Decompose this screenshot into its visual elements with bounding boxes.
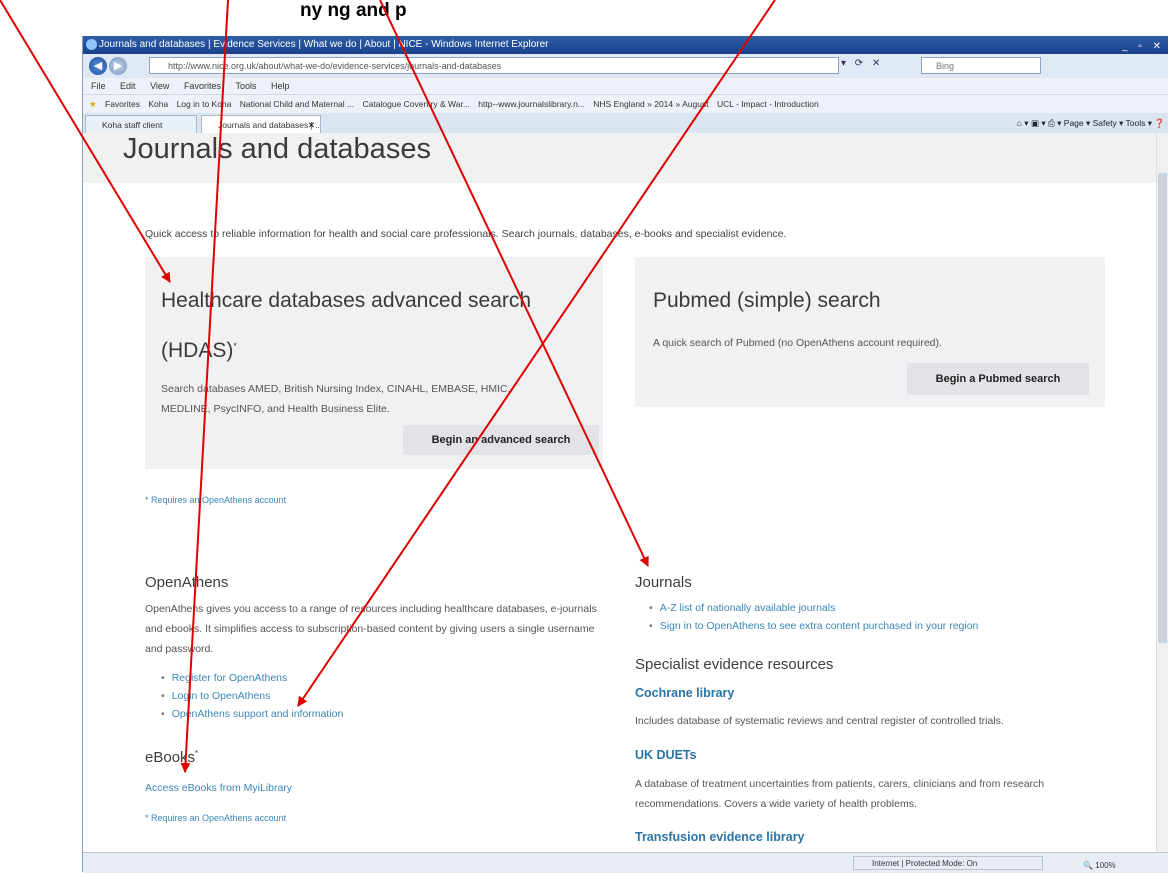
favorites-bar: ★ Favorites Koha Log in to Koha National… bbox=[83, 94, 1168, 113]
pubmed-description: A quick search of Pubmed (no OpenAthens … bbox=[653, 337, 942, 349]
journals-links: A-Z list of nationally available journal… bbox=[649, 599, 979, 635]
command-bar-menus[interactable]: Page ▾ Safety ▾ Tools ▾ bbox=[1064, 118, 1152, 128]
status-bar: Internet | Protected Mode: On 🔍 100% bbox=[83, 852, 1168, 873]
fav-item[interactable]: NHS England » 2014 » August bbox=[593, 99, 708, 109]
close-icon[interactable]: ✕ bbox=[308, 116, 315, 133]
login-openathens-link[interactable]: Login to OpenAthens bbox=[172, 690, 271, 702]
tab-koha[interactable]: Koha staff client bbox=[85, 115, 197, 133]
tab-label: Koha staff client bbox=[102, 120, 163, 130]
scrollbar-thumb[interactable] bbox=[1158, 173, 1167, 643]
fav-item[interactable]: http--www.journalslibrary.n... bbox=[478, 99, 585, 109]
address-bar-row: ◀ ▶ http://www.nice.org.uk/about/what-we… bbox=[83, 54, 1168, 78]
address-input[interactable]: http://www.nice.org.uk/about/what-we-do/… bbox=[149, 57, 839, 74]
command-bar[interactable]: ⌂ ▾ ▣ ▾ ⎙ ▾ Page ▾ Safety ▾ Tools ▾ ❓ bbox=[1017, 113, 1165, 133]
feeds-icon[interactable]: ▣ ▾ bbox=[1031, 118, 1046, 128]
list-item: OpenAthens support and information bbox=[161, 705, 344, 723]
cochrane-text: Includes database of systematic reviews … bbox=[635, 715, 1004, 727]
page-title: Journals and databases bbox=[123, 133, 431, 165]
specialist-heading: Specialist evidence resources bbox=[635, 656, 834, 673]
fav-item[interactable]: Koha bbox=[148, 99, 168, 109]
az-journals-link[interactable]: A-Z list of nationally available journal… bbox=[660, 602, 836, 614]
journals-heading: Journals bbox=[635, 574, 692, 591]
menu-tools[interactable]: Tools bbox=[235, 81, 256, 91]
browser-window: Journals and databases | Evidence Servic… bbox=[82, 36, 1168, 873]
window-title: Journals and databases | Evidence Servic… bbox=[99, 39, 549, 50]
hdas-title-line1: Healthcare databases advanced search bbox=[161, 289, 532, 312]
register-openathens-link[interactable]: Register for OpenAthens bbox=[172, 672, 288, 684]
pubmed-title: Pubmed (simple) search bbox=[653, 289, 881, 312]
back-arrow-icon[interactable]: ◀ bbox=[89, 57, 107, 75]
tab-bar: Koha staff client Journals and databases… bbox=[83, 113, 1168, 133]
openathens-links: Register for OpenAthens Login to OpenAth… bbox=[161, 669, 344, 723]
requires-openathens-note: * Requires an OpenAthens account bbox=[145, 495, 287, 505]
print-icon[interactable]: ⎙ ▾ bbox=[1048, 118, 1061, 128]
zoom-level[interactable]: 🔍 100% bbox=[1083, 856, 1116, 876]
zoom-value: 100% bbox=[1095, 861, 1116, 870]
fav-item[interactable]: National Child and Maternal ... bbox=[240, 99, 354, 109]
access-ebooks-link[interactable]: Access eBooks from MyiLibrary bbox=[145, 782, 292, 794]
hdas-title-line2: (HDAS)* bbox=[161, 339, 237, 363]
hdas-panel: Healthcare databases advanced search (HD… bbox=[145, 257, 603, 469]
openathens-support-link[interactable]: OpenAthens support and information bbox=[172, 708, 344, 720]
list-item: A-Z list of nationally available journal… bbox=[649, 599, 978, 617]
security-zone: Internet | Protected Mode: On bbox=[853, 856, 1043, 870]
page-viewport: Journals and databases Quick access to r… bbox=[83, 133, 1157, 852]
list-item: Login to OpenAthens bbox=[161, 687, 343, 705]
title-bar: Journals and databases | Evidence Servic… bbox=[83, 36, 1168, 54]
openathens-heading: OpenAthens bbox=[145, 574, 229, 591]
fav-item[interactable]: Catalogue Coventry & War... bbox=[363, 99, 470, 109]
tab-journals[interactable]: Journals and databases | ... ✕ bbox=[201, 115, 321, 133]
menu-bar: File Edit View Favorites Tools Help bbox=[83, 78, 1168, 94]
caption-text: ny ng and p bbox=[300, 0, 407, 21]
hdas-asterisk: * bbox=[233, 341, 237, 351]
ebooks-heading: eBooks* bbox=[145, 749, 198, 766]
ukduets-text: A database of treatment uncertainties fr… bbox=[635, 778, 1045, 810]
ie-logo-icon bbox=[86, 39, 97, 50]
list-item: Register for OpenAthens bbox=[161, 669, 343, 687]
menu-file[interactable]: File bbox=[91, 81, 106, 91]
forward-arrow-icon[interactable]: ▶ bbox=[109, 57, 127, 75]
begin-pubmed-search-button[interactable]: Begin a Pubmed search bbox=[907, 363, 1089, 395]
favorites-star-icon[interactable]: ★ bbox=[89, 99, 97, 109]
cochrane-link[interactable]: Cochrane library bbox=[635, 686, 734, 700]
refresh-stop-icons[interactable]: ▾ ⟳ ✕ bbox=[841, 58, 883, 69]
fav-item[interactable]: UCL - Impact - Introduction bbox=[717, 99, 819, 109]
ebooks-requires-note: * Requires an OpenAthens account bbox=[145, 813, 287, 823]
ebooks-asterisk: * bbox=[195, 749, 199, 758]
ebooks-heading-text: eBooks bbox=[145, 749, 196, 766]
pubmed-panel: Pubmed (simple) search A quick search of… bbox=[635, 257, 1105, 407]
home-icon[interactable]: ⌂ ▾ bbox=[1017, 118, 1029, 128]
tab-label: Journals and databases | ... bbox=[218, 120, 321, 130]
fav-item[interactable]: Favorites bbox=[105, 99, 140, 109]
zoom-icon: 🔍 bbox=[1083, 861, 1096, 870]
openathens-text: OpenAthens gives you access to a range o… bbox=[145, 603, 597, 655]
fav-item[interactable]: Log in to Koha bbox=[177, 99, 232, 109]
transfusion-link[interactable]: Transfusion evidence library bbox=[635, 830, 805, 844]
search-input[interactable]: Bing bbox=[921, 57, 1041, 74]
hdas-abbrev: (HDAS) bbox=[161, 339, 234, 362]
menu-view[interactable]: View bbox=[150, 81, 169, 91]
help-icon[interactable]: ❓ bbox=[1154, 118, 1165, 128]
vertical-scrollbar[interactable] bbox=[1156, 133, 1168, 852]
begin-advanced-search-button[interactable]: Begin an advanced search bbox=[403, 425, 599, 455]
window-controls-icon[interactable]: _ ▫ ✕ bbox=[1122, 38, 1165, 54]
signin-openathens-link[interactable]: Sign in to OpenAthens to see extra conte… bbox=[660, 620, 979, 632]
list-item: Sign in to OpenAthens to see extra conte… bbox=[649, 617, 979, 635]
intro-text: Quick access to reliable information for… bbox=[145, 228, 787, 240]
ukduets-link[interactable]: UK DUETs bbox=[635, 748, 697, 762]
menu-favorites[interactable]: Favorites bbox=[184, 81, 221, 91]
hdas-description: Search databases AMED, British Nursing I… bbox=[161, 383, 511, 415]
menu-help[interactable]: Help bbox=[271, 81, 290, 91]
menu-edit[interactable]: Edit bbox=[120, 81, 136, 91]
